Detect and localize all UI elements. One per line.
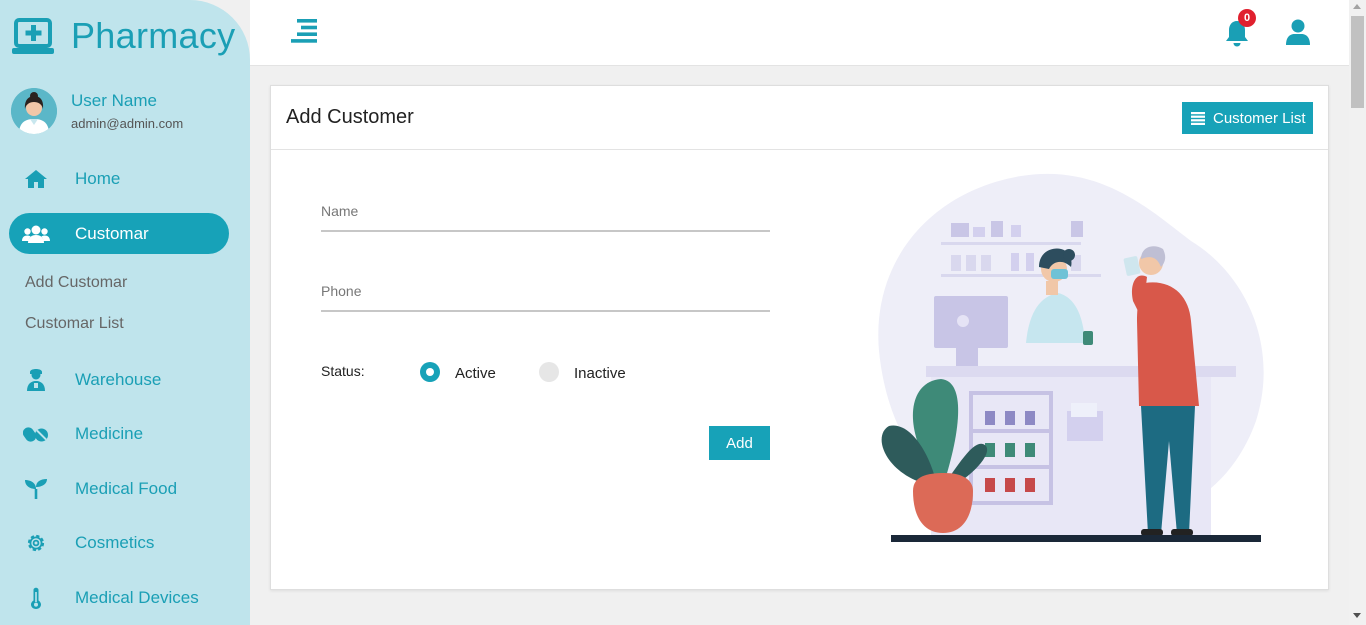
sidebar-item-label: Warehouse (75, 369, 162, 389)
worker-icon (21, 368, 51, 391)
sidebar: Pharmacy User Name admin@admin.com Home (0, 0, 250, 625)
users-icon (21, 224, 51, 244)
seedling-icon (21, 478, 51, 499)
user-icon[interactable] (1286, 19, 1310, 46)
list-icon (1191, 111, 1205, 125)
card-header: Add Customer Customer List (271, 86, 1328, 150)
notification-badge: 0 (1238, 9, 1256, 27)
name-input[interactable] (321, 197, 770, 232)
phone-input[interactable] (321, 277, 770, 312)
thermometer-icon (21, 587, 51, 609)
scroll-down-arrow-icon[interactable] (1353, 613, 1361, 618)
sidebar-item-warehouse[interactable]: Warehouse (9, 359, 229, 400)
menu-toggle-icon[interactable] (291, 19, 317, 43)
scroll-up-arrow-icon[interactable] (1353, 4, 1361, 9)
sidebar-item-medicine[interactable]: Medicine (9, 413, 229, 454)
add-customer-card: Add Customer Customer List Status: Activ… (270, 85, 1329, 590)
name-field (321, 197, 770, 232)
status-label: Status: (321, 363, 365, 379)
home-icon (21, 169, 51, 189)
sidebar-item-label: Customar (75, 223, 149, 243)
monitor-plus-icon (12, 18, 54, 54)
brand[interactable]: Pharmacy (12, 14, 235, 58)
customer-list-button-label: Customer List (1213, 109, 1306, 127)
brand-name: Pharmacy (71, 15, 236, 56)
phone-field (321, 277, 770, 312)
status-active-radio[interactable] (420, 362, 440, 382)
gear-icon (21, 532, 51, 554)
sidebar-item-home[interactable]: Home (9, 158, 229, 199)
sidebar-item-label: Home (75, 168, 121, 188)
topbar: 0 (250, 0, 1349, 66)
sidebar-item-label: Medical Food (75, 478, 178, 498)
sidebar-subitem-customer-list[interactable]: Customar List (25, 315, 124, 333)
add-button[interactable]: Add (709, 426, 770, 460)
status-inactive-label[interactable]: Inactive (574, 365, 626, 382)
user-email: admin@admin.com (71, 116, 184, 131)
customer-list-button[interactable]: Customer List (1182, 102, 1313, 134)
avatar (11, 88, 57, 134)
sidebar-item-label: Medical Devices (75, 587, 199, 607)
sidebar-item-label: Cosmetics (75, 532, 155, 552)
scrollbar-thumb[interactable] (1351, 16, 1364, 108)
pills-icon (21, 424, 51, 444)
sidebar-subitem-add-customer[interactable]: Add Customar (25, 274, 127, 292)
sidebar-item-medical-food[interactable]: Medical Food (9, 468, 229, 509)
user-name: User Name (71, 91, 157, 110)
sidebar-item-cosmetics[interactable]: Cosmetics (9, 522, 229, 563)
avatar-image (11, 88, 57, 134)
sidebar-item-medical-devices[interactable]: Medical Devices (9, 577, 229, 618)
page-title: Add Customer (286, 106, 414, 128)
pharmacy-illustration (878, 173, 1264, 542)
sidebar-item-customer[interactable]: Customar (9, 213, 229, 254)
status-inactive-radio[interactable] (539, 362, 559, 382)
sidebar-item-label: Medicine (75, 423, 144, 443)
status-active-label[interactable]: Active (455, 365, 496, 382)
user-profile: User Name admin@admin.com (11, 88, 183, 134)
